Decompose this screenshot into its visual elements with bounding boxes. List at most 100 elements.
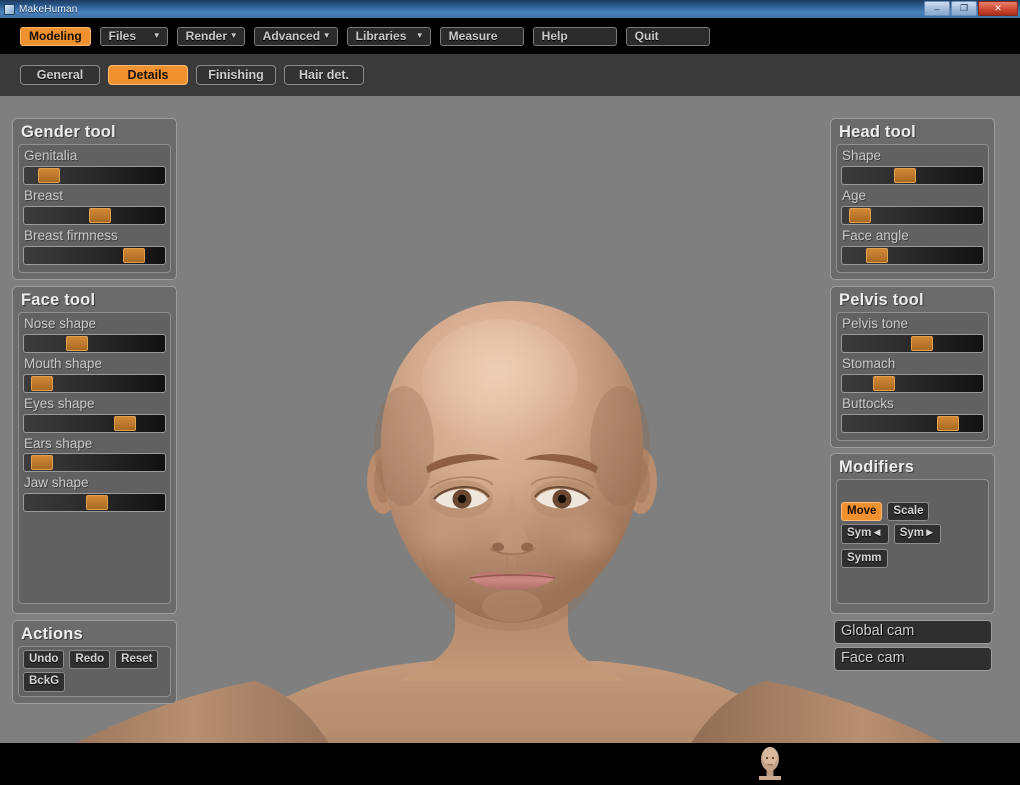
slider-mouth-shape[interactable] [23, 373, 166, 393]
slider-nose-shape[interactable] [23, 333, 166, 353]
menu-render[interactable]: Render ▼ [176, 26, 245, 46]
slider-knob[interactable] [31, 375, 54, 391]
slider-buttocks[interactable] [841, 413, 984, 433]
slider-label-ears-shape: Ears shape [24, 435, 93, 451]
slider-knob[interactable] [65, 335, 88, 351]
minimize-button[interactable]: – [924, 1, 950, 16]
menu-modeling[interactable]: Modeling [20, 26, 91, 46]
slider-label-breast: Breast [24, 187, 64, 203]
sym-left-button[interactable]: Sym◄ [841, 524, 889, 544]
slider-shape[interactable] [841, 165, 984, 185]
menu-measure-label: Measure [448, 29, 498, 43]
chevron-down-icon: ▼ [415, 31, 424, 40]
actions-row-2: BckG [23, 672, 166, 692]
slider-label-genitalia: Genitalia [24, 147, 78, 163]
slider-label-pelvis-tone: Pelvis tone [842, 315, 909, 331]
slider-knob[interactable] [31, 455, 54, 471]
tab-details[interactable]: Details [108, 65, 188, 85]
gender-tool-panel: Gender tool Genitalia Breast Breast firm… [12, 118, 177, 280]
menu-render-label: Render [185, 29, 228, 43]
menu-advanced[interactable]: Advanced ▼ [253, 26, 338, 46]
slider-label-breast-firmness: Breast firmness [24, 227, 118, 243]
symm-button[interactable]: Symm [841, 548, 888, 569]
slider-stomach[interactable] [841, 373, 984, 393]
face-cam-button[interactable]: Face cam [834, 647, 992, 671]
menu-libraries-label: Libraries [355, 29, 407, 43]
window-title: MakeHuman [19, 3, 78, 15]
slider-face-angle[interactable] [841, 245, 984, 265]
face-tool-body: Nose shape Mouth shape Eyes shape Ears s… [18, 311, 171, 604]
slider-ears-shape[interactable] [23, 453, 166, 473]
actions-body: Undo Redo Reset BckG [18, 645, 171, 697]
head-thumbnail[interactable] [750, 743, 790, 785]
redo-button[interactable]: Redo [69, 649, 111, 670]
slider-knob[interactable] [114, 415, 137, 431]
tab-finishing-label: Finishing [208, 68, 264, 82]
undo-button[interactable]: Undo [23, 649, 65, 670]
actions-title: Actions [21, 625, 83, 643]
viewport-bottom-bar [0, 743, 1020, 785]
head-tool-panel: Head tool Shape Age Face angle [830, 118, 995, 280]
face-tool-panel: Face tool Nose shape Mouth shape Eyes sh… [12, 286, 177, 614]
slider-knob[interactable] [89, 207, 112, 223]
menu-help[interactable]: Help [532, 26, 617, 46]
slider-label-mouth-shape: Mouth shape [24, 355, 103, 371]
main-menubar: Modeling Files ▼ Render ▼ Advanced ▼ Lib… [0, 18, 1020, 54]
global-cam-button[interactable]: Global cam [834, 620, 992, 644]
head-tool-body: Shape Age Face angle [836, 143, 989, 273]
modifiers-row-1: Move Scale [841, 501, 984, 522]
actions-row-1: Undo Redo Reset [23, 649, 166, 670]
slider-label-stomach: Stomach [842, 355, 896, 371]
menu-quit-label: Quit [634, 29, 659, 43]
slider-knob[interactable] [911, 335, 934, 351]
slider-jaw-shape[interactable] [23, 493, 166, 513]
slider-breast-firmness[interactable] [23, 245, 166, 265]
tab-finishing[interactable]: Finishing [196, 65, 276, 85]
actions-panel: Actions Undo Redo Reset BckG [12, 620, 177, 704]
slider-genitalia[interactable] [23, 165, 166, 185]
gender-tool-title: Gender tool [21, 123, 116, 141]
slider-eyes-shape[interactable] [23, 413, 166, 433]
slider-age[interactable] [841, 205, 984, 225]
modifiers-title: Modifiers [839, 458, 915, 476]
reset-button[interactable]: Reset [115, 649, 159, 670]
tab-general-label: General [36, 68, 84, 82]
gender-tool-body: Genitalia Breast Breast firmness [18, 143, 171, 273]
tab-hair-det[interactable]: Hair det. [284, 65, 364, 85]
slider-knob[interactable] [937, 415, 960, 431]
chevron-down-icon: ▼ [152, 31, 161, 40]
slider-knob[interactable] [85, 495, 108, 511]
pelvis-tool-body: Pelvis tone Stomach Buttocks [836, 311, 989, 441]
face-tool-title: Face tool [21, 291, 96, 309]
menu-advanced-label: Advanced [262, 29, 321, 43]
slider-knob[interactable] [865, 247, 888, 263]
close-button[interactable]: ✕ [978, 1, 1018, 16]
move-button[interactable]: Move [841, 501, 883, 522]
slider-knob[interactable] [894, 167, 917, 183]
slider-breast[interactable] [23, 205, 166, 225]
menu-files[interactable]: Files ▼ [99, 26, 168, 46]
slider-knob[interactable] [122, 247, 145, 263]
menu-help-label: Help [541, 29, 568, 43]
pelvis-tool-panel: Pelvis tool Pelvis tone Stomach Buttocks [830, 286, 995, 448]
slider-knob[interactable] [849, 207, 872, 223]
modifiers-body: Move Scale Sym◄ Sym► Symm [836, 478, 989, 604]
menu-libraries[interactable]: Libraries ▼ [346, 26, 431, 46]
menu-quit[interactable]: Quit [625, 26, 710, 46]
sym-right-button[interactable]: Sym► [893, 524, 942, 544]
tab-general[interactable]: General [20, 65, 100, 85]
modifiers-panel: Modifiers Move Scale Sym◄ Sym► Symm [830, 453, 995, 614]
menu-measure[interactable]: Measure [439, 26, 524, 46]
bckg-button[interactable]: BckG [23, 672, 66, 692]
modifiers-row-2: Sym◄ Sym► Symm [841, 524, 984, 569]
slider-pelvis-tone[interactable] [841, 333, 984, 353]
tab-hair-det-label: Hair det. [298, 68, 349, 82]
slider-knob[interactable] [872, 375, 895, 391]
chevron-down-icon: ▼ [322, 31, 331, 40]
tab-details-label: Details [127, 68, 169, 82]
scale-button[interactable]: Scale [887, 501, 930, 522]
slider-label-nose-shape: Nose shape [24, 315, 97, 331]
slider-knob[interactable] [38, 167, 61, 183]
maximize-button[interactable]: ❐ [951, 1, 977, 16]
menu-modeling-label: Modeling [29, 29, 82, 43]
